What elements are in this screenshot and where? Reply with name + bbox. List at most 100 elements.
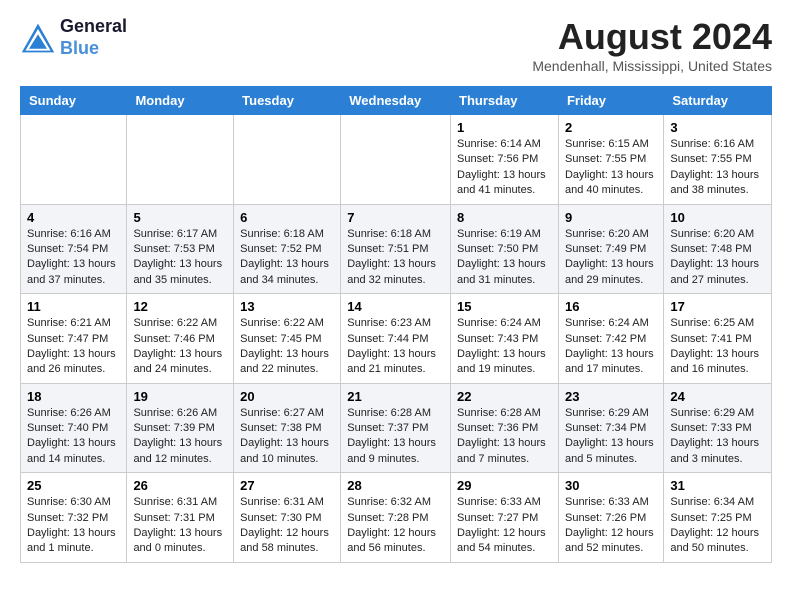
day-header-thursday: Thursday bbox=[451, 87, 559, 115]
calendar-cell: 26 Sunrise: 6:31 AMSunset: 7:31 PMDayligh… bbox=[127, 473, 234, 563]
day-info: Sunrise: 6:34 AMSunset: 7:25 PMDaylight:… bbox=[670, 495, 765, 557]
day-info: Sunrise: 6:26 AMSunset: 7:40 PMDaylight:… bbox=[27, 406, 120, 468]
calendar-week-1: 1 Sunrise: 6:14 AMSunset: 7:56 PMDaylight… bbox=[21, 115, 772, 205]
title-block: August 2024 Mendenhall, Mississippi, Uni… bbox=[532, 16, 772, 74]
day-info: Sunrise: 6:29 AMSunset: 7:34 PMDaylight:… bbox=[565, 406, 657, 468]
day-info: Sunrise: 6:26 AMSunset: 7:39 PMDaylight:… bbox=[133, 406, 227, 468]
calendar-cell: 11 Sunrise: 6:21 AMSunset: 7:47 PMDayligh… bbox=[21, 294, 127, 384]
day-info: Sunrise: 6:33 AMSunset: 7:26 PMDaylight:… bbox=[565, 495, 657, 557]
day-number: 11 bbox=[27, 299, 120, 314]
day-number: 31 bbox=[670, 478, 765, 493]
day-number: 25 bbox=[27, 478, 120, 493]
day-info: Sunrise: 6:16 AMSunset: 7:55 PMDaylight:… bbox=[670, 137, 765, 199]
calendar-cell: 8Sunrise: 6:19 AMSunset: 7:50 PMDaylight… bbox=[451, 204, 559, 294]
calendar-cell: 10 Sunrise: 6:20 AMSunset: 7:48 PMDayligh… bbox=[664, 204, 772, 294]
calendar-cell: 15Sunrise: 6:24 AMSunset: 7:43 PMDayligh… bbox=[451, 294, 559, 384]
calendar-week-2: 4 Sunrise: 6:16 AMSunset: 7:54 PMDaylight… bbox=[21, 204, 772, 294]
location: Mendenhall, Mississippi, United States bbox=[532, 58, 772, 74]
day-number: 17 bbox=[670, 299, 765, 314]
calendar-cell: 31 Sunrise: 6:34 AMSunset: 7:25 PMDayligh… bbox=[664, 473, 772, 563]
day-info: Sunrise: 6:20 AMSunset: 7:49 PMDaylight:… bbox=[565, 227, 657, 289]
calendar-cell: 29Sunrise: 6:33 AMSunset: 7:27 PMDayligh… bbox=[451, 473, 559, 563]
day-info: Sunrise: 6:23 AMSunset: 7:44 PMDaylight:… bbox=[347, 316, 444, 378]
day-number: 30 bbox=[565, 478, 657, 493]
day-number: 21 bbox=[347, 389, 444, 404]
day-number: 14 bbox=[347, 299, 444, 314]
month-year: August 2024 bbox=[532, 16, 772, 58]
day-info: Sunrise: 6:29 AMSunset: 7:33 PMDaylight:… bbox=[670, 406, 765, 468]
calendar-cell: 17Sunrise: 6:25 AMSunset: 7:41 PMDayligh… bbox=[664, 294, 772, 384]
day-header-monday: Monday bbox=[127, 87, 234, 115]
day-info: Sunrise: 6:28 AMSunset: 7:37 PMDaylight:… bbox=[347, 406, 444, 468]
day-number: 4 bbox=[27, 210, 120, 225]
header: General Blue August 2024 Mendenhall, Mis… bbox=[20, 16, 772, 74]
day-info: Sunrise: 6:24 AMSunset: 7:42 PMDaylight:… bbox=[565, 316, 657, 378]
day-info: Sunrise: 6:14 AMSunset: 7:56 PMDaylight:… bbox=[457, 137, 552, 199]
day-number: 12 bbox=[133, 299, 227, 314]
day-info: Sunrise: 6:31 AMSunset: 7:31 PMDaylight:… bbox=[133, 495, 227, 557]
day-number: 29 bbox=[457, 478, 552, 493]
day-info: Sunrise: 6:17 AMSunset: 7:53 PMDaylight:… bbox=[133, 227, 227, 289]
day-number: 2 bbox=[565, 120, 657, 135]
day-number: 7 bbox=[347, 210, 444, 225]
calendar-cell: 19 Sunrise: 6:26 AMSunset: 7:39 PMDayligh… bbox=[127, 383, 234, 473]
day-info: Sunrise: 6:28 AMSunset: 7:36 PMDaylight:… bbox=[457, 406, 552, 468]
calendar-cell: 25Sunrise: 6:30 AMSunset: 7:32 PMDayligh… bbox=[21, 473, 127, 563]
calendar-cell: 21 Sunrise: 6:28 AMSunset: 7:37 PMDayligh… bbox=[341, 383, 451, 473]
calendar-cell: 28 Sunrise: 6:32 AMSunset: 7:28 PMDayligh… bbox=[341, 473, 451, 563]
day-info: Sunrise: 6:32 AMSunset: 7:28 PMDaylight:… bbox=[347, 495, 444, 557]
day-header-friday: Friday bbox=[558, 87, 663, 115]
day-number: 5 bbox=[133, 210, 227, 225]
day-number: 19 bbox=[133, 389, 227, 404]
day-number: 26 bbox=[133, 478, 227, 493]
calendar-cell bbox=[234, 115, 341, 205]
day-number: 10 bbox=[670, 210, 765, 225]
calendar-cell: 18 Sunrise: 6:26 AMSunset: 7:40 PMDayligh… bbox=[21, 383, 127, 473]
day-number: 24 bbox=[670, 389, 765, 404]
logo: General Blue bbox=[20, 16, 127, 59]
day-number: 13 bbox=[240, 299, 334, 314]
day-number: 23 bbox=[565, 389, 657, 404]
calendar-cell bbox=[127, 115, 234, 205]
day-header-tuesday: Tuesday bbox=[234, 87, 341, 115]
calendar-week-5: 25Sunrise: 6:30 AMSunset: 7:32 PMDayligh… bbox=[21, 473, 772, 563]
day-number: 8 bbox=[457, 210, 552, 225]
calendar-cell: 16 Sunrise: 6:24 AMSunset: 7:42 PMDayligh… bbox=[558, 294, 663, 384]
calendar-cell: 5 Sunrise: 6:17 AMSunset: 7:53 PMDaylight… bbox=[127, 204, 234, 294]
calendar-cell: 2 Sunrise: 6:15 AMSunset: 7:55 PMDaylight… bbox=[558, 115, 663, 205]
calendar-cell: 30 Sunrise: 6:33 AMSunset: 7:26 PMDayligh… bbox=[558, 473, 663, 563]
calendar-week-3: 11 Sunrise: 6:21 AMSunset: 7:47 PMDayligh… bbox=[21, 294, 772, 384]
day-number: 3 bbox=[670, 120, 765, 135]
calendar-cell: 24 Sunrise: 6:29 AMSunset: 7:33 PMDayligh… bbox=[664, 383, 772, 473]
calendar-cell: 14 Sunrise: 6:23 AMSunset: 7:44 PMDayligh… bbox=[341, 294, 451, 384]
calendar-cell: 3 Sunrise: 6:16 AMSunset: 7:55 PMDaylight… bbox=[664, 115, 772, 205]
day-number: 18 bbox=[27, 389, 120, 404]
day-info: Sunrise: 6:15 AMSunset: 7:55 PMDaylight:… bbox=[565, 137, 657, 199]
calendar-header-row: SundayMondayTuesdayWednesdayThursdayFrid… bbox=[21, 87, 772, 115]
day-number: 9 bbox=[565, 210, 657, 225]
calendar-cell bbox=[21, 115, 127, 205]
day-info: Sunrise: 6:22 AMSunset: 7:46 PMDaylight:… bbox=[133, 316, 227, 378]
day-number: 6 bbox=[240, 210, 334, 225]
day-number: 27 bbox=[240, 478, 334, 493]
day-info: Sunrise: 6:21 AMSunset: 7:47 PMDaylight:… bbox=[27, 316, 120, 378]
day-header-sunday: Sunday bbox=[21, 87, 127, 115]
calendar-cell: 12 Sunrise: 6:22 AMSunset: 7:46 PMDayligh… bbox=[127, 294, 234, 384]
day-number: 1 bbox=[457, 120, 552, 135]
day-info: Sunrise: 6:22 AMSunset: 7:45 PMDaylight:… bbox=[240, 316, 334, 378]
day-number: 20 bbox=[240, 389, 334, 404]
day-info: Sunrise: 6:20 AMSunset: 7:48 PMDaylight:… bbox=[670, 227, 765, 289]
day-info: Sunrise: 6:18 AMSunset: 7:52 PMDaylight:… bbox=[240, 227, 334, 289]
calendar-cell: 9 Sunrise: 6:20 AMSunset: 7:49 PMDaylight… bbox=[558, 204, 663, 294]
day-number: 28 bbox=[347, 478, 444, 493]
day-info: Sunrise: 6:18 AMSunset: 7:51 PMDaylight:… bbox=[347, 227, 444, 289]
day-header-saturday: Saturday bbox=[664, 87, 772, 115]
calendar-table: SundayMondayTuesdayWednesdayThursdayFrid… bbox=[20, 86, 772, 563]
day-info: Sunrise: 6:16 AMSunset: 7:54 PMDaylight:… bbox=[27, 227, 120, 289]
calendar-cell: 27Sunrise: 6:31 AMSunset: 7:30 PMDayligh… bbox=[234, 473, 341, 563]
day-header-wednesday: Wednesday bbox=[341, 87, 451, 115]
day-number: 16 bbox=[565, 299, 657, 314]
calendar-cell: 13 Sunrise: 6:22 AMSunset: 7:45 PMDayligh… bbox=[234, 294, 341, 384]
day-info: Sunrise: 6:24 AMSunset: 7:43 PMDaylight:… bbox=[457, 316, 552, 378]
calendar-cell: 1 Sunrise: 6:14 AMSunset: 7:56 PMDaylight… bbox=[451, 115, 559, 205]
